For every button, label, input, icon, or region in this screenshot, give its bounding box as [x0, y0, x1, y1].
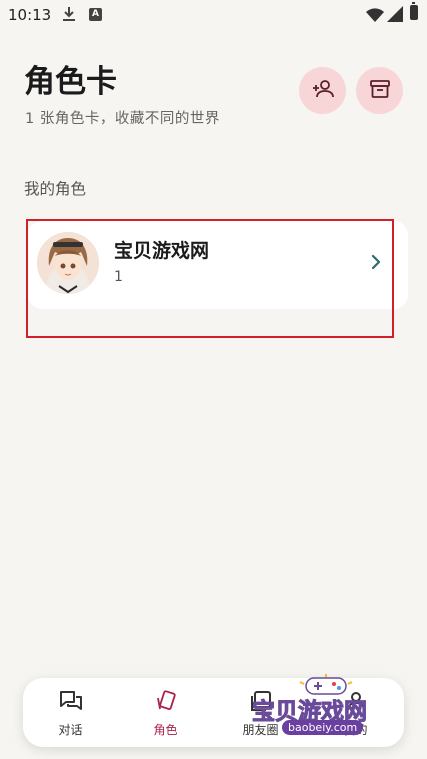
wifi-icon: [366, 7, 384, 26]
app-screen: 10:13 A 角色卡 1 张角色卡，收藏不同的世界 我的角色 宝贝游戏网 1 …: [0, 0, 427, 759]
nav-label-chat: 对话: [58, 723, 83, 737]
nav-label-role: 角色: [153, 723, 178, 737]
cards-icon: [155, 690, 177, 716]
nav-item-chat[interactable]: 对话: [23, 678, 118, 747]
highlight-box: [26, 219, 394, 338]
watermark: 宝贝游戏网 baobeiy.com: [252, 672, 402, 738]
a-icon: A: [89, 8, 102, 21]
status-time: 10:13: [8, 6, 52, 24]
battery-icon: [410, 2, 418, 20]
archive-button[interactable]: [356, 67, 403, 114]
archive-icon: [369, 78, 391, 104]
watermark-url: baobeiy.com: [282, 720, 364, 735]
section-label: 我的角色: [24, 180, 87, 198]
nav-item-role[interactable]: 角色: [118, 678, 213, 747]
status-bar: 10:13 A: [0, 0, 427, 30]
page-title: 角色卡: [24, 64, 117, 100]
signal-icon: [387, 6, 403, 26]
download-icon: [62, 6, 76, 26]
chat-icon: [59, 690, 83, 716]
page-subtitle: 1 张角色卡，收藏不同的世界: [25, 111, 220, 127]
add-character-button[interactable]: [299, 67, 346, 114]
add-person-icon: [311, 77, 335, 105]
